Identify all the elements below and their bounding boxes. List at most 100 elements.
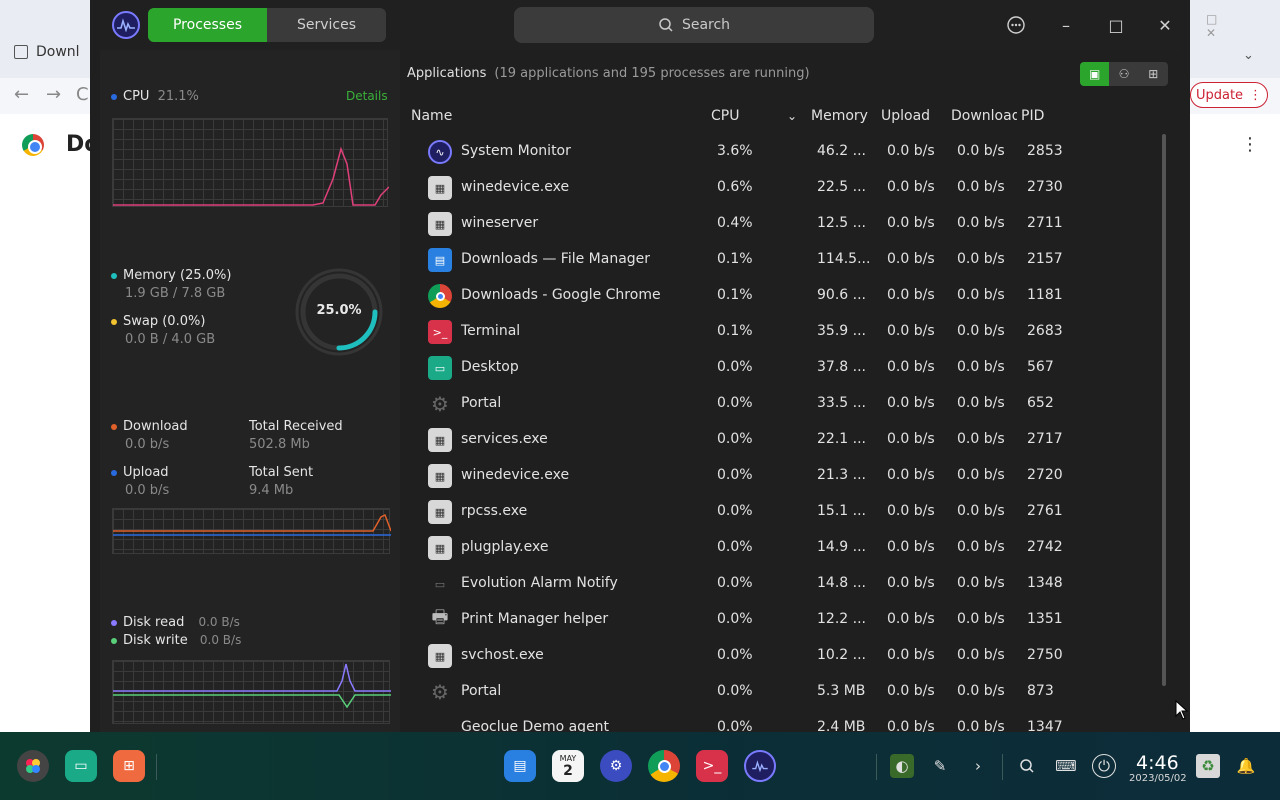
table-row[interactable]: ∿ System Monitor 3.6% 46.2 ... 0.0 b/s 0.0 b/… — [410, 134, 1160, 170]
gear-icon: ⚙ — [431, 680, 449, 704]
process-upload: 0.0 b/s — [887, 683, 935, 699]
table-row[interactable]: ⚙ Portal 0.0% 5.3 MB 0.0 b/s 0.0 b/s 873 — [410, 674, 1160, 710]
system-monitor-taskbar-icon[interactable] — [744, 750, 776, 782]
process-name: winedevice.exe — [461, 467, 570, 483]
keyboard-icon[interactable]: ⌨ — [1054, 754, 1078, 778]
table-row[interactable]: ⚙ Portal 0.0% 33.5 ... 0.0 b/s 0.0 b/s 652 — [410, 386, 1160, 422]
launcher-icon[interactable] — [17, 750, 49, 782]
browser-update-button[interactable]: Update ⋮ — [1190, 82, 1268, 108]
close-icon[interactable]: ✕ — [1152, 12, 1178, 38]
table-row[interactable]: ▦ wineserver 0.4% 12.5 ... 0.0 b/s 0.0 b/s 271… — [410, 206, 1160, 242]
table-row[interactable]: Downloads - Google Chrome 0.1% 90.6 ... 0.0… — [410, 278, 1160, 314]
titlebar: Processes Services Search – □ ✕ — [100, 0, 1180, 50]
chevron-down-icon[interactable]: ⌄ — [1243, 48, 1254, 63]
printer-icon: 🖶 — [431, 607, 449, 628]
search-tray-icon[interactable] — [1015, 754, 1039, 778]
file-manager-icon[interactable]: ▤ — [504, 750, 536, 782]
process-cpu: 0.6% — [717, 179, 753, 195]
search-placeholder: Search — [681, 17, 731, 33]
process-upload: 0.0 b/s — [887, 431, 935, 447]
clock-time[interactable]: 4:46 — [1136, 752, 1179, 774]
browser-window-controls[interactable]: □ ✕ — [1206, 12, 1280, 40]
process-name: svchost.exe — [461, 647, 544, 663]
disk-write-dot — [111, 637, 117, 644]
column-memory[interactable]: Memory — [811, 108, 868, 124]
table-row[interactable]: ▦ winedevice.exe 0.0% 21.3 ... 0.0 b/s 0.0 b/… — [410, 458, 1160, 494]
workspace-icon[interactable]: ⊞ — [113, 750, 145, 782]
table-row[interactable]: ▦ services.exe 0.0% 22.1 ... 0.0 b/s 0.0 b/s 2… — [410, 422, 1160, 458]
upload-value: 0.0 b/s — [125, 483, 170, 498]
trash-icon[interactable]: ♻ — [1196, 754, 1220, 778]
calendar-day: 2 — [563, 762, 573, 779]
column-download[interactable]: Download — [951, 108, 1017, 124]
search-icon — [659, 18, 673, 32]
process-pid: 1348 — [1027, 575, 1063, 591]
memory-label: Memory (25.0%) — [123, 268, 232, 283]
process-download: 0.0 b/s — [957, 539, 1005, 555]
table-row[interactable]: >_ Terminal 0.1% 35.9 ... 0.0 b/s 0.0 b/s 2683 — [410, 314, 1160, 350]
all-processes-view-icon[interactable]: ⊞ — [1139, 62, 1168, 86]
download-legend: Download — [111, 419, 188, 434]
tab-processes[interactable]: Processes — [148, 8, 267, 42]
table-row[interactable]: ▦ plugplay.exe 0.0% 14.9 ... 0.0 b/s 0.0 b/s 2… — [410, 530, 1160, 566]
swap-usage: 0.0 B / 4.0 GB — [125, 332, 216, 347]
process-download: 0.0 b/s — [957, 287, 1005, 303]
notification-bell-icon[interactable]: 🔔 — [1234, 754, 1258, 778]
minimize-icon[interactable]: – — [1053, 12, 1079, 38]
process-name: System Monitor — [461, 143, 571, 159]
table-row[interactable]: ▭ Desktop 0.0% 37.8 ... 0.0 b/s 0.0 b/s 567 — [410, 350, 1160, 386]
table-row[interactable]: ▭ Evolution Alarm Notify 0.0% 14.8 ... 0.0 b… — [410, 566, 1160, 602]
wine-icon: ▦ — [428, 212, 452, 236]
browser-tab-label: Downl — [36, 44, 80, 60]
table-row[interactable]: ▦ svchost.exe 0.0% 10.2 ... 0.0 b/s 0.0 b/s 27… — [410, 638, 1160, 674]
table-row[interactable]: ▤ Downloads — File Manager 0.1% 114.5... 0.0… — [410, 242, 1160, 278]
details-link[interactable]: Details — [346, 89, 388, 103]
calendar-icon[interactable]: MAY 2 — [552, 750, 584, 782]
process-name: plugplay.exe — [461, 539, 549, 555]
chrome-icon[interactable] — [648, 750, 680, 782]
tray-app-icon[interactable]: ◐ — [890, 754, 914, 778]
reload-icon[interactable]: C — [76, 84, 89, 105]
process-cpu: 0.0% — [717, 683, 753, 699]
download-value: 0.0 b/s — [125, 437, 170, 452]
disk-write-label: Disk write — [123, 633, 188, 648]
table-row[interactable]: ▦ rpcss.exe 0.0% 15.1 ... 0.0 b/s 0.0 b/s 2761 — [410, 494, 1160, 530]
forward-arrow-icon[interactable]: → — [46, 84, 61, 105]
sort-chevron-down-icon[interactable]: ⌄ — [787, 109, 797, 123]
scrollbar[interactable] — [1162, 134, 1166, 686]
column-upload[interactable]: Upload — [881, 108, 930, 124]
process-name: wineserver — [461, 215, 539, 231]
table-row[interactable]: 🖶 Print Manager helper 0.0% 12.2 ... 0.0 b/s… — [410, 602, 1160, 638]
system-monitor-logo-icon — [112, 11, 140, 39]
total-received-label: Total Received — [249, 419, 343, 434]
process-upload: 0.0 b/s — [887, 647, 935, 663]
process-name: Desktop — [461, 359, 519, 375]
power-icon[interactable]: ⏻ — [1092, 754, 1116, 778]
swap-label: Swap (0.0%) — [123, 314, 206, 329]
system-monitor-icon: ∿ — [428, 140, 452, 164]
process-cpu: 0.1% — [717, 287, 753, 303]
pen-icon[interactable]: ✎ — [928, 754, 952, 778]
swap-legend: Swap (0.0%) — [111, 314, 205, 329]
process-cpu: 0.1% — [717, 251, 753, 267]
search-input[interactable]: Search — [514, 7, 874, 43]
column-cpu[interactable]: CPU — [711, 108, 739, 124]
terminal-icon[interactable]: >_ — [696, 750, 728, 782]
more-options-icon[interactable] — [1003, 12, 1029, 38]
tab-services[interactable]: Services — [267, 8, 386, 42]
applications-view-icon[interactable]: ▣ — [1080, 62, 1110, 86]
process-cpu: 0.0% — [717, 575, 753, 591]
chevron-right-icon[interactable]: › — [966, 754, 990, 778]
maximize-icon[interactable]: □ — [1103, 12, 1129, 38]
wine-icon: ▦ — [428, 176, 452, 200]
page-kebab-icon[interactable]: ⋮ — [1241, 134, 1259, 155]
browser-tab[interactable]: Downl — [14, 44, 80, 60]
column-pid[interactable]: PID — [1021, 108, 1044, 124]
multitask-view-icon[interactable]: ▭ — [65, 750, 97, 782]
table-row[interactable]: ▦ winedevice.exe 0.6% 22.5 ... 0.0 b/s 0.0 b/… — [410, 170, 1160, 206]
my-processes-view-icon[interactable]: ⚇ — [1109, 62, 1138, 86]
settings-icon[interactable]: ⚙ — [600, 750, 632, 782]
process-name: Evolution Alarm Notify — [461, 575, 618, 591]
column-name[interactable]: Name — [411, 108, 452, 124]
back-arrow-icon[interactable]: ← — [14, 84, 29, 105]
